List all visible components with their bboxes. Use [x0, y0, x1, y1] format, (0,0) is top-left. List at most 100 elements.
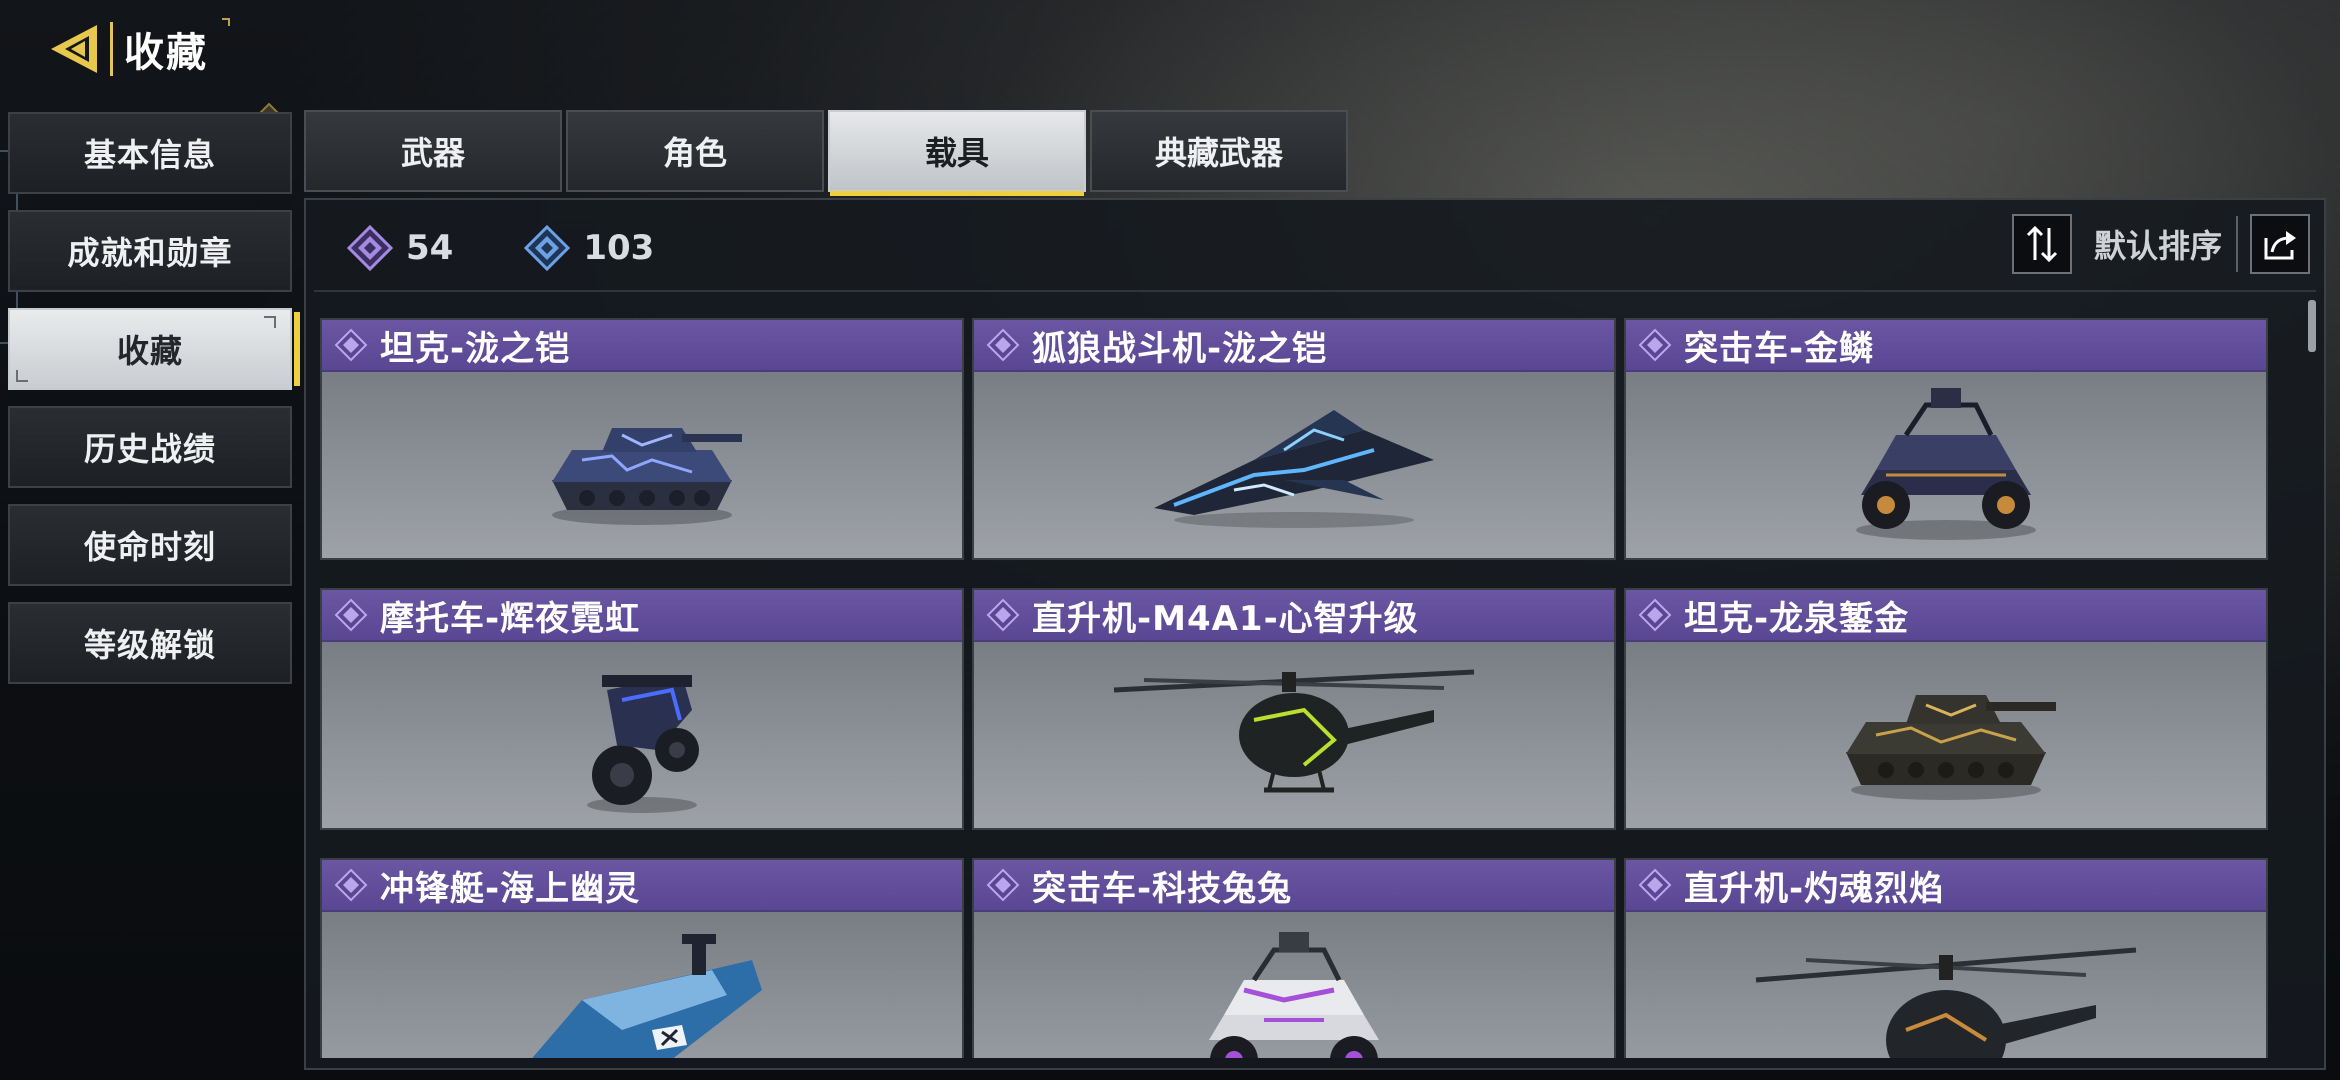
tab-label: 载具 [924, 134, 989, 172]
card-header: 直升机-灼魂烈焰 [1626, 860, 2266, 912]
card-name: 坦克-龙泉錾金 [1684, 598, 1910, 639]
card-name: 直升机-M4A1-心智升级 [1032, 598, 1419, 639]
blue-rarity-count: 103 [523, 224, 654, 272]
vehicle-image [322, 912, 962, 1058]
rarity-diamond-icon [1638, 868, 1672, 902]
vehicle-image [1626, 912, 2266, 1058]
vehicle-card[interactable]: 冲锋艇-海上幽灵 [320, 858, 964, 1058]
tank-icon [1846, 695, 2056, 800]
share-icon [2264, 231, 2296, 260]
tab-label: 武器 [400, 134, 465, 172]
card-header: 坦克-龙泉錾金 [1626, 590, 2266, 642]
card-header: 摩托车-辉夜霓虹 [322, 590, 962, 642]
sort-label[interactable]: 默认排序 [2094, 221, 2222, 267]
helicopter-icon [1755, 947, 2137, 1058]
rarity-diamond-icon [1638, 598, 1672, 632]
sidebar-item-label: 收藏 [116, 332, 183, 370]
collection-panel: 54 103 默认排序 坦克-泷之铠 狐狼战斗机-泷之铠 突击车-金鳞 摩托车-… [304, 198, 2326, 1070]
vehicle-image [1626, 372, 2266, 558]
vehicle-card[interactable]: 坦克-泷之铠 [320, 318, 964, 560]
sidebar-item-label: 等级解锁 [83, 626, 216, 664]
back-button[interactable] [40, 14, 110, 84]
motorcycle-icon [587, 675, 699, 813]
vehicle-card[interactable]: 狐狼战斗机-泷之铠 [972, 318, 1616, 560]
header-divider [314, 290, 2316, 292]
blue-diamond-icon [524, 224, 571, 272]
tab-collector-weapons[interactable]: 典藏武器 [1090, 110, 1348, 192]
tab-label: 典藏武器 [1154, 134, 1283, 172]
divider [2236, 216, 2238, 272]
tab-vehicles[interactable]: 载具 [828, 110, 1086, 196]
category-tabs: 武器 角色 载具 典藏武器 [304, 110, 1352, 196]
card-header: 狐狼战斗机-泷之铠 [974, 320, 1614, 372]
vehicle-image [974, 912, 1614, 1058]
rarity-diamond-icon [986, 598, 1020, 632]
tank-icon [552, 428, 742, 525]
card-header: 冲锋艇-海上幽灵 [322, 860, 962, 912]
sidebar-item-label: 历史战绩 [83, 430, 216, 468]
card-header: 直升机-M4A1-心智升级 [974, 590, 1614, 642]
jet-icon [1154, 410, 1434, 528]
helicopter-icon [1113, 669, 1475, 793]
card-name: 直升机-灼魂烈焰 [1684, 868, 1945, 909]
sidebar-item-label: 基本信息 [83, 136, 216, 174]
rarity-diamond-icon [334, 868, 368, 902]
vehicle-image [1626, 642, 2266, 828]
card-name: 坦克-泷之铠 [380, 328, 571, 369]
card-name: 狐狼战斗机-泷之铠 [1032, 328, 1328, 369]
sidebar-item-collection[interactable]: 收藏 [8, 308, 300, 390]
vehicle-card[interactable]: 直升机-M4A1-心智升级 [972, 588, 1616, 830]
vehicle-card[interactable]: 摩托车-辉夜霓虹 [320, 588, 964, 830]
rarity-stats: 54 103 [346, 220, 724, 276]
sidebar-item-basic-info[interactable]: 基本信息 [8, 112, 292, 194]
sort-toggle-icon [2026, 225, 2058, 263]
vehicle-card[interactable]: 突击车-金鳞 [1624, 318, 2268, 560]
page-title: 收藏 [124, 30, 208, 76]
sidebar-item-label: 使命时刻 [83, 528, 216, 566]
boat-icon [532, 934, 762, 1058]
purple-rarity-count: 54 [346, 224, 453, 272]
card-header: 突击车-金鳞 [1626, 320, 2266, 372]
card-header: 坦克-泷之铠 [322, 320, 962, 372]
vehicle-image [322, 642, 962, 828]
card-name: 突击车-科技兔兔 [1032, 868, 1293, 909]
vehicle-card[interactable]: 坦克-龙泉錾金 [1624, 588, 2268, 830]
sidebar: 基本信息 成就和勋章 收藏 历史战绩 使命时刻 等级解锁 [8, 112, 300, 700]
rarity-diamond-icon [334, 328, 368, 362]
corner-decoration [264, 316, 276, 328]
purple-diamond-icon [346, 224, 394, 272]
card-name: 摩托车-辉夜霓虹 [380, 598, 641, 639]
buggy-icon [1209, 932, 1379, 1058]
rarity-diamond-icon [986, 868, 1020, 902]
sidebar-item-label: 成就和勋章 [67, 234, 233, 272]
corner-decoration [16, 370, 28, 382]
sidebar-item-level-unlock[interactable]: 等级解锁 [8, 602, 292, 684]
sidebar-item-history[interactable]: 历史战绩 [8, 406, 292, 488]
sidebar-item-mission-moments[interactable]: 使命时刻 [8, 504, 292, 586]
sort-toggle-button[interactable] [2011, 214, 2072, 274]
purple-count-value: 54 [406, 228, 454, 268]
vehicle-image [322, 372, 962, 558]
back-arrow-icon [51, 25, 97, 73]
tab-label: 角色 [662, 134, 727, 172]
title-wrap: 收藏 [110, 18, 230, 80]
top-bar: 收藏 [40, 14, 230, 84]
card-name: 突击车-金鳞 [1684, 328, 1875, 369]
rarity-diamond-icon [986, 328, 1020, 362]
sidebar-item-achievements[interactable]: 成就和勋章 [8, 210, 292, 292]
tab-characters[interactable]: 角色 [566, 110, 824, 192]
scrollbar[interactable] [2308, 300, 2316, 352]
blue-count-value: 103 [583, 228, 655, 268]
card-header: 突击车-科技兔兔 [974, 860, 1614, 912]
card-name: 冲锋艇-海上幽灵 [380, 868, 641, 909]
vehicle-image [974, 372, 1614, 558]
buggy-icon [1856, 388, 2036, 540]
vehicle-image [974, 642, 1614, 828]
rarity-diamond-icon [334, 598, 368, 632]
vehicle-card[interactable]: 突击车-科技兔兔 [972, 858, 1616, 1058]
rarity-diamond-icon [1638, 328, 1672, 362]
tab-weapons[interactable]: 武器 [304, 110, 562, 192]
vehicle-card[interactable]: 直升机-灼魂烈焰 [1624, 858, 2268, 1058]
share-button[interactable] [2250, 214, 2310, 274]
vehicle-grid: 坦克-泷之铠 狐狼战斗机-泷之铠 突击车-金鳞 摩托车-辉夜霓虹 直升机-M4A… [320, 318, 2280, 1058]
